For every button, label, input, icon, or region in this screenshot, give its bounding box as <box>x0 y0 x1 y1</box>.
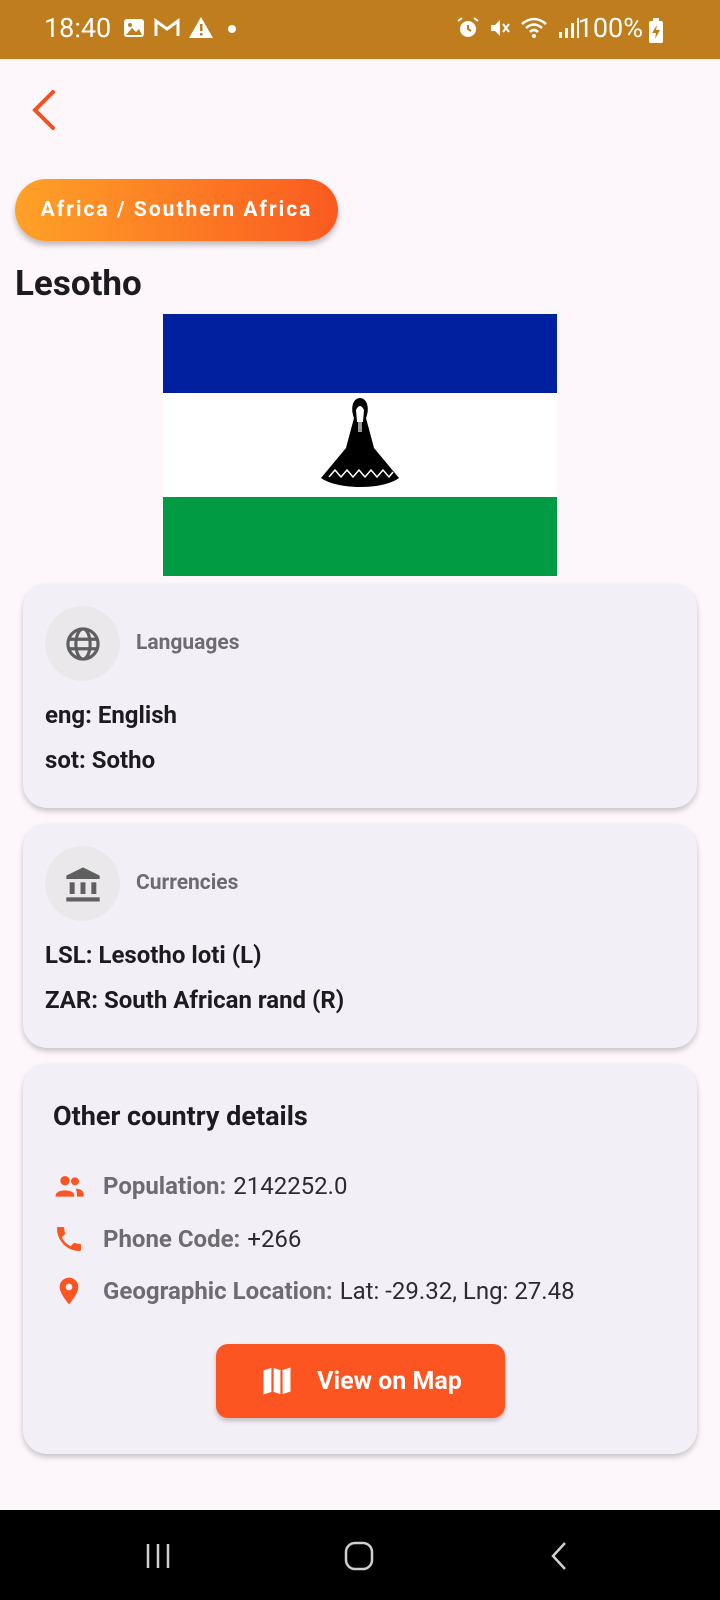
battery-charging-icon <box>649 18 663 43</box>
back-button[interactable] <box>20 86 68 134</box>
view-on-map-label: View on Map <box>317 1366 462 1396</box>
chevron-left-icon <box>32 90 55 130</box>
recent-apps-button[interactable] <box>134 1532 182 1580</box>
region-chip[interactable]: Africa / Southern Africa <box>15 179 338 241</box>
status-time: 18:40 <box>44 12 112 44</box>
population-label: Population: <box>103 1172 227 1200</box>
population-value: 2142252.0 <box>233 1172 348 1200</box>
phone-value: +266 <box>247 1225 302 1253</box>
system-nav-bar <box>0 1510 720 1600</box>
battery-percent: 100% <box>577 12 643 44</box>
currency-item: LSL: Lesotho loti (L) <box>45 941 262 969</box>
currency-item: ZAR: South African rand (R) <box>45 986 345 1014</box>
people-icon <box>55 1176 84 1197</box>
languages-card: Languages eng: English sot: Sotho <box>23 584 697 808</box>
warning-icon <box>189 17 213 38</box>
location-pin-icon <box>59 1277 79 1305</box>
location-label: Geographic Location: <box>103 1277 333 1305</box>
notification-icons <box>122 16 242 40</box>
status-bar: 18:40 100% <box>0 0 720 59</box>
image-icon <box>124 19 144 37</box>
languages-label: Languages <box>136 631 240 655</box>
country-flag <box>163 314 557 576</box>
phone-label: Phone Code: <box>103 1225 241 1253</box>
dot-icon <box>228 25 236 33</box>
home-icon <box>344 1541 374 1571</box>
languages-icon-wrap <box>45 606 120 681</box>
currencies-label: Currencies <box>136 871 239 895</box>
phone-icon <box>57 1227 81 1251</box>
map-icon <box>263 1367 291 1395</box>
details-title: Other country details <box>53 1100 308 1132</box>
currencies-card: Currencies LSL: Lesotho loti (L) ZAR: So… <box>23 824 697 1048</box>
globe-icon <box>65 626 100 661</box>
gmail-icon <box>154 18 180 36</box>
view-on-map-button[interactable]: View on Map <box>216 1344 505 1418</box>
phone-row: Phone Code: +266 <box>53 1223 301 1255</box>
mute-icon <box>491 20 510 36</box>
system-icons <box>456 16 580 40</box>
population-row: Population: 2142252.0 <box>53 1170 347 1202</box>
location-value: Lat: -29.32, Lng: 27.48 <box>339 1277 575 1305</box>
recent-apps-icon <box>146 1544 170 1568</box>
back-icon <box>551 1542 566 1570</box>
language-item: sot: Sotho <box>45 746 156 774</box>
country-name: Lesotho <box>15 263 142 304</box>
location-row: Geographic Location: Lat: -29.32, Lng: 2… <box>53 1275 575 1307</box>
bank-icon <box>65 866 100 901</box>
wifi-icon <box>521 17 547 38</box>
details-card: Other country details Population: 214225… <box>23 1064 697 1454</box>
language-item: eng: English <box>45 701 177 729</box>
currencies-icon-wrap <box>45 846 120 921</box>
home-button[interactable] <box>335 1532 383 1580</box>
signal-icon <box>559 18 579 38</box>
nav-back-button[interactable] <box>536 1532 584 1580</box>
alarm-icon <box>457 17 479 37</box>
